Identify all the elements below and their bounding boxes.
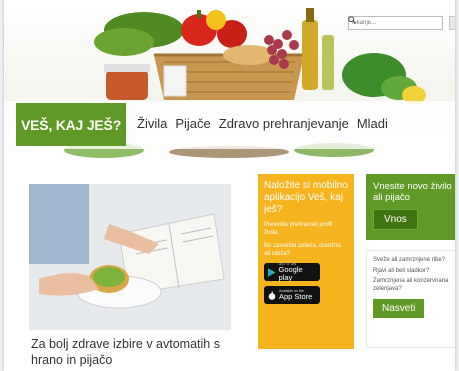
new-entry-box: Vnesite novo živilo ali pijačo Vnos [366,174,455,240]
main-menu: Živila Pijače Zdravo prehranjevanje Mlad… [137,116,388,131]
search-area [348,16,455,30]
article-photo [29,184,231,330]
vnos-button[interactable]: Vnos [373,209,418,230]
search-icon [348,16,356,24]
google-play-badge[interactable]: GET IT ON Google play [264,262,320,282]
header-banner: VEŠ, KAJ JEŠ? Živila Pijače Zdravo prehr… [4,0,455,160]
app-store-badge[interactable]: Available on the App Store [264,286,320,304]
tips-box: Sveže ali zamrznjene ribe? Rjavi ali bel… [366,250,455,348]
nasveti-button[interactable]: Nasveti [373,299,425,318]
article-title[interactable]: Za bolj zdrave izbire v avtomatih s hran… [31,336,241,368]
promo-title: Naložite si mobilno aplikacijo Veš, kaj … [264,180,348,215]
menu-item-zivila[interactable]: Živila [137,116,167,131]
tip-link-sladkor[interactable]: Rjavi ali beli sladkor? [373,268,453,276]
promo-text-1: Preverite prehranski profil živila. [264,222,333,236]
page-frame: VEŠ, KAJ JEŠ? Živila Pijače Zdravo prehr… [4,0,455,371]
apple-icon [268,291,276,300]
play-store-icon [268,267,276,277]
menu-item-pijace[interactable]: Pijače [175,116,210,131]
tip-link-zelenjava[interactable]: Zamrznjena ali konzervirana zelenjava? [373,278,453,293]
apple-badge-big: App Store [279,292,313,301]
search-input[interactable] [348,16,443,30]
article-image[interactable] [29,184,231,330]
google-badge-big: Google play [278,265,303,282]
tip-link-ribe[interactable]: Sveže ali zamrznjene ribe? [373,257,453,265]
search-button[interactable] [348,16,455,30]
app-promo-box: Naložite si mobilno aplikacijo Veš, kaj … [258,174,354,349]
menu-item-zdravo-prehranjevanje[interactable]: Zdravo prehranjevanje [219,116,349,131]
entry-title: Vnesite novo živilo ali pijačo [373,181,452,203]
site-logo[interactable]: VEŠ, KAJ JEŠ? [16,103,126,146]
promo-text-2: Bo zasvetila zelena, oranžna ali rdeča? [264,243,341,257]
menu-item-mladi[interactable]: Mladi [357,116,388,131]
